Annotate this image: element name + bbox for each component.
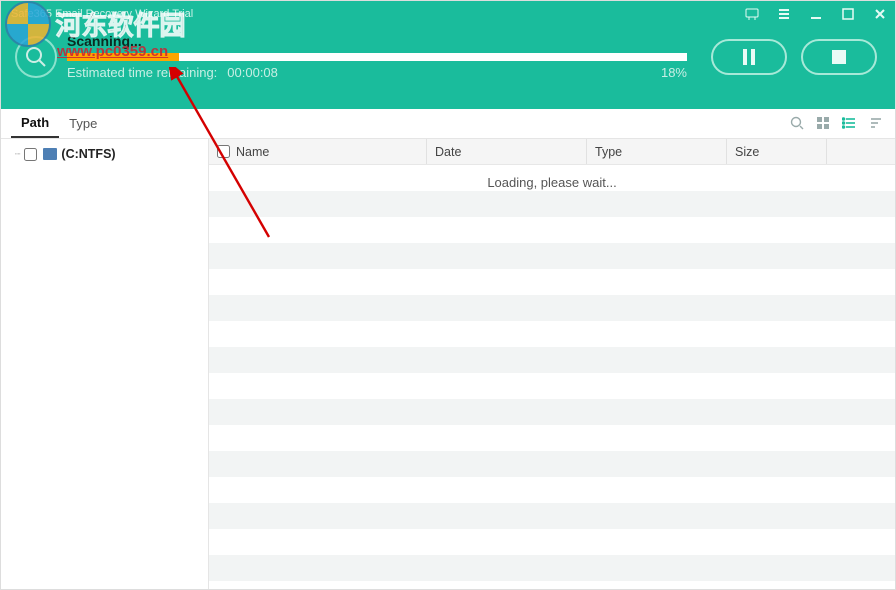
col-size[interactable]: Size — [727, 139, 827, 164]
list-stripe — [209, 477, 895, 503]
search-icon[interactable] — [789, 115, 805, 131]
tab-path-label: Path — [21, 115, 49, 130]
list-stripe — [209, 503, 895, 529]
col-date-label: Date — [435, 145, 461, 159]
close-icon[interactable] — [873, 7, 887, 21]
progress-fill — [67, 53, 179, 61]
list-stripe — [209, 373, 895, 399]
list-header: Name Date Type Size — [209, 139, 895, 165]
list-stripe — [209, 399, 895, 425]
scan-status: Scanning... — [67, 33, 693, 49]
tab-type-label: Type — [69, 116, 97, 131]
grid-view-icon[interactable] — [815, 115, 831, 131]
list-stripe — [209, 295, 895, 321]
feedback-icon[interactable] — [745, 7, 759, 21]
eta-value: 00:00:08 — [227, 65, 278, 80]
scan-progress-area: Scanning... Estimated time remaining: 00… — [67, 33, 693, 80]
list-stripe — [209, 425, 895, 451]
sort-icon[interactable] — [867, 115, 883, 131]
progress-bar — [67, 53, 687, 61]
select-all-checkbox[interactable] — [217, 145, 230, 158]
scan-magnifier-icon — [15, 36, 57, 78]
header: Safe365 Email Recovery Wizard Trial Scan… — [1, 1, 895, 109]
list-stripe — [209, 321, 895, 347]
list-panel: Name Date Type Size Loading, please wait… — [209, 139, 895, 589]
tab-type[interactable]: Type — [59, 109, 107, 138]
app-title: Safe365 Email Recovery Wizard Trial — [11, 8, 193, 20]
list-stripe — [209, 191, 895, 217]
loading-text: Loading, please wait... — [209, 175, 895, 190]
list-view-icon[interactable] — [841, 115, 857, 131]
list-stripe — [209, 451, 895, 477]
tree-connector-icon: ┈ — [15, 149, 18, 160]
list-stripe — [209, 529, 895, 555]
disk-icon — [43, 148, 57, 160]
col-name[interactable]: Name — [209, 139, 427, 164]
col-size-label: Size — [735, 145, 759, 159]
menu-icon[interactable] — [777, 7, 791, 21]
col-type-label: Type — [595, 145, 622, 159]
window-controls — [745, 7, 887, 21]
tree-item-label: (C:NTFS) — [61, 147, 115, 161]
tab-path[interactable]: Path — [11, 109, 59, 138]
percent-text: 18% — [661, 65, 687, 80]
scan-buttons — [711, 39, 877, 75]
minimize-icon[interactable] — [809, 7, 823, 21]
list-stripe — [209, 217, 895, 243]
list-stripe — [209, 269, 895, 295]
tree-item-checkbox[interactable] — [24, 148, 37, 161]
list-stripe — [209, 347, 895, 373]
eta-label: Estimated time remaining: — [67, 65, 217, 80]
tree-panel: ┈ (C:NTFS) — [1, 139, 209, 589]
rows — [209, 165, 895, 581]
maximize-icon[interactable] — [841, 7, 855, 21]
list-stripe — [209, 555, 895, 581]
list-stripe — [209, 243, 895, 269]
scan-sub: Estimated time remaining: 00:00:08 18% — [67, 65, 687, 80]
view-icons — [789, 115, 883, 131]
pause-button[interactable] — [711, 39, 787, 75]
tabs-bar: Path Type — [1, 109, 895, 139]
stop-button[interactable] — [801, 39, 877, 75]
col-date[interactable]: Date — [427, 139, 587, 164]
col-name-label: Name — [236, 145, 269, 159]
col-type[interactable]: Type — [587, 139, 727, 164]
scan-row: Scanning... Estimated time remaining: 00… — [1, 27, 895, 80]
body: ┈ (C:NTFS) Name Date Type Size Loading, … — [1, 139, 895, 589]
tree-item-drive[interactable]: ┈ (C:NTFS) — [1, 143, 208, 165]
